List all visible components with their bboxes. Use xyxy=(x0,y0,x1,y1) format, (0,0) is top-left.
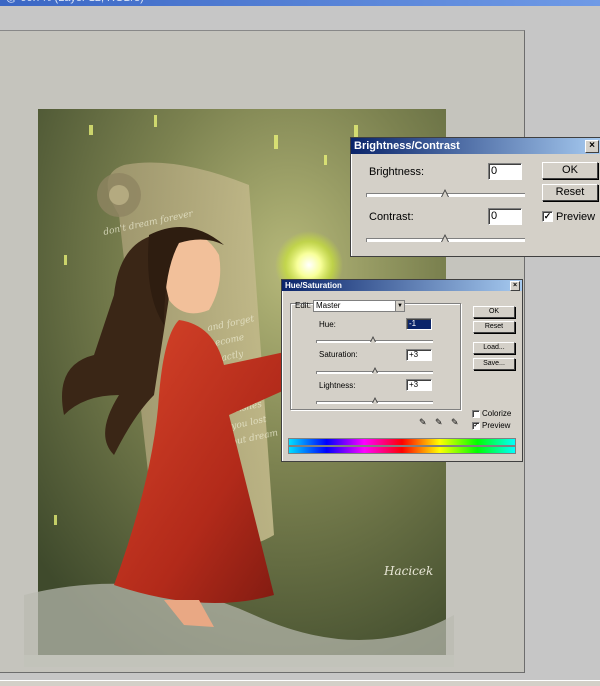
ok-button[interactable]: OK xyxy=(473,306,515,318)
brightness-slider-thumb[interactable] xyxy=(441,189,449,197)
hue-label: Hue: xyxy=(319,320,336,329)
eyedropper-minus-icon[interactable]: ✎ xyxy=(451,417,459,428)
colorize-label: Colorize xyxy=(482,409,512,418)
lightness-input[interactable]: +3 xyxy=(406,379,432,391)
save-button[interactable]: Save... xyxy=(473,358,515,370)
brightness-input[interactable]: 0 xyxy=(488,163,522,180)
chevron-down-icon[interactable]: ▼ xyxy=(395,301,404,311)
ok-button[interactable]: OK xyxy=(542,162,598,179)
saturation-slider-thumb[interactable] xyxy=(372,367,379,375)
input-color-spectrum xyxy=(288,438,516,446)
lightness-label: Lightness: xyxy=(319,381,356,390)
contrast-input[interactable]: 0 xyxy=(488,208,522,225)
adjustment-group-box xyxy=(290,303,461,410)
close-icon[interactable]: × xyxy=(585,140,599,153)
preview-checkbox[interactable]: ✓ xyxy=(472,422,480,430)
load-button[interactable]: Load... xyxy=(473,342,515,354)
document-title: @ 66.7% (Layer 12, RGB/8) xyxy=(6,0,144,4)
contrast-slider-thumb[interactable] xyxy=(441,234,449,242)
reset-button[interactable]: Reset xyxy=(542,184,598,201)
hue-input[interactable]: -1 xyxy=(406,318,432,330)
colorize-checkbox[interactable] xyxy=(472,410,480,418)
edit-channel-select[interactable]: Master ▼ xyxy=(313,300,405,312)
brightness-label: Brightness: xyxy=(369,166,425,178)
preview-checkbox[interactable]: ✓ xyxy=(542,211,553,222)
eyedropper-plus-icon[interactable]: ✎ xyxy=(435,417,443,428)
close-icon[interactable]: × xyxy=(510,281,520,291)
preview-label: Preview xyxy=(482,421,511,430)
edit-channel-value: Master xyxy=(316,301,341,310)
saturation-input[interactable]: +3 xyxy=(406,349,432,361)
lightness-slider-thumb[interactable] xyxy=(372,397,379,405)
hue-saturation-title-bar[interactable]: Hue/Saturation × xyxy=(282,280,522,291)
brightness-contrast-dialog: Brightness/Contrast × Brightness: 0 Cont… xyxy=(350,137,600,257)
saturation-label: Saturation: xyxy=(319,350,358,359)
eyedropper-icon[interactable]: ✎ xyxy=(419,417,427,428)
output-color-spectrum xyxy=(288,446,516,454)
status-bar xyxy=(0,680,600,686)
reset-button[interactable]: Reset xyxy=(473,321,515,333)
contrast-label: Contrast: xyxy=(369,211,414,223)
brightness-contrast-title-bar[interactable]: Brightness/Contrast × xyxy=(351,138,600,154)
hue-saturation-dialog: Hue/Saturation × Edit: Master ▼ Hue: -1 … xyxy=(281,279,523,462)
brightness-contrast-title: Brightness/Contrast xyxy=(354,140,460,152)
hue-slider-thumb[interactable] xyxy=(370,336,376,344)
preview-label: Preview xyxy=(556,211,596,223)
artist-signature: Hacicek xyxy=(383,564,433,578)
edit-label: Edit: xyxy=(295,301,312,310)
hue-saturation-title: Hue/Saturation xyxy=(285,281,342,290)
